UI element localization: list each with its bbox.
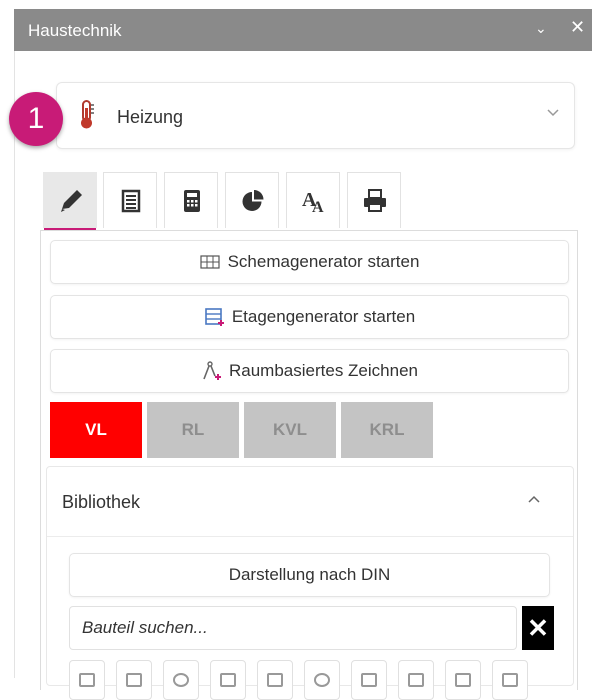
calculator-icon: [184, 190, 200, 212]
component-icon: [314, 673, 330, 687]
pipe-toggle-vl[interactable]: VL: [50, 402, 142, 458]
pipe-toggle-kvl[interactable]: KVL: [244, 402, 336, 458]
thermometer-icon: [81, 100, 94, 129]
component-icon: [408, 673, 424, 687]
room-based-drawing-button[interactable]: Raumbasiertes Zeichnen: [50, 349, 569, 393]
chevron-up-icon[interactable]: [528, 495, 540, 503]
chevron-down-icon: [547, 109, 559, 117]
library-tool-button[interactable]: [69, 660, 105, 700]
component-icon: [361, 673, 377, 687]
pipe-toggle-krl[interactable]: KRL: [341, 402, 433, 458]
panel-border: [14, 51, 15, 678]
step-badge: 1: [9, 92, 63, 146]
pipe-toggle-label: RL: [181, 420, 205, 439]
component-icon: [126, 673, 142, 687]
library-tool-button[interactable]: [210, 660, 246, 700]
component-icon: [267, 673, 283, 687]
library-tool-button[interactable]: [351, 660, 387, 700]
tab-print[interactable]: [347, 172, 401, 228]
close-icon[interactable]: ✕: [570, 17, 585, 38]
component-icon: [502, 673, 518, 687]
drafting-compass-icon: [203, 361, 221, 380]
panel-titlebar: Haustechnik ⌄ ✕: [14, 9, 592, 51]
pipe-toggle-label: KVL: [273, 420, 307, 439]
tab-statistics[interactable]: [225, 172, 279, 228]
floor-generator-button[interactable]: Etagengenerator starten: [50, 295, 569, 339]
divider: [47, 536, 573, 537]
pipe-toggle-rl[interactable]: RL: [147, 402, 239, 458]
din-representation-button[interactable]: Darstellung nach DIN: [69, 553, 550, 597]
collapse-chevron-icon[interactable]: ⌄: [535, 20, 547, 37]
tab-calculator[interactable]: [164, 172, 218, 228]
floor-generator-label: Etagengenerator starten: [231, 307, 416, 326]
component-icon: [173, 673, 189, 687]
tab-draw[interactable]: [43, 172, 97, 231]
din-representation-label: Darstellung nach DIN: [228, 565, 391, 584]
pipe-toggle-label: KRL: [369, 420, 405, 439]
pie-chart-icon: [242, 190, 264, 211]
list-icon: [121, 189, 141, 213]
discipline-dropdown[interactable]: Heizung: [56, 82, 575, 149]
library-tool-button[interactable]: [492, 660, 528, 700]
schema-generator-label: Schemagenerator starten: [227, 252, 420, 271]
library-tool-button[interactable]: [116, 660, 152, 700]
pipe-toggle-label: VL: [85, 420, 107, 439]
library-tool-button[interactable]: [445, 660, 481, 700]
component-search-input[interactable]: [69, 606, 517, 650]
schema-generator-button[interactable]: Schemagenerator starten: [50, 240, 569, 284]
floor-plan-icon: [205, 308, 224, 326]
clear-search-button[interactable]: ✕: [522, 606, 554, 650]
tab-text-style[interactable]: A A: [286, 172, 340, 228]
library-tool-button[interactable]: [257, 660, 293, 700]
tab-list[interactable]: [103, 172, 157, 228]
library-tool-button[interactable]: [398, 660, 434, 700]
component-icon: [455, 673, 471, 687]
pencil-icon: [61, 190, 82, 212]
panel-title: Haustechnik: [28, 21, 122, 40]
discipline-label: Heizung: [117, 107, 184, 127]
schema-icon: [199, 255, 220, 269]
component-icon: [79, 673, 95, 687]
font-icon: A A: [302, 189, 324, 213]
component-icon: [220, 673, 236, 687]
svg-text:A: A: [312, 199, 324, 213]
library-tool-button[interactable]: [163, 660, 199, 700]
library-title[interactable]: Bibliothek: [62, 492, 140, 513]
room-based-drawing-label: Raumbasiertes Zeichnen: [229, 361, 418, 380]
close-icon: ✕: [527, 612, 549, 643]
library-tool-button[interactable]: [304, 660, 340, 700]
printer-icon: [364, 189, 386, 212]
